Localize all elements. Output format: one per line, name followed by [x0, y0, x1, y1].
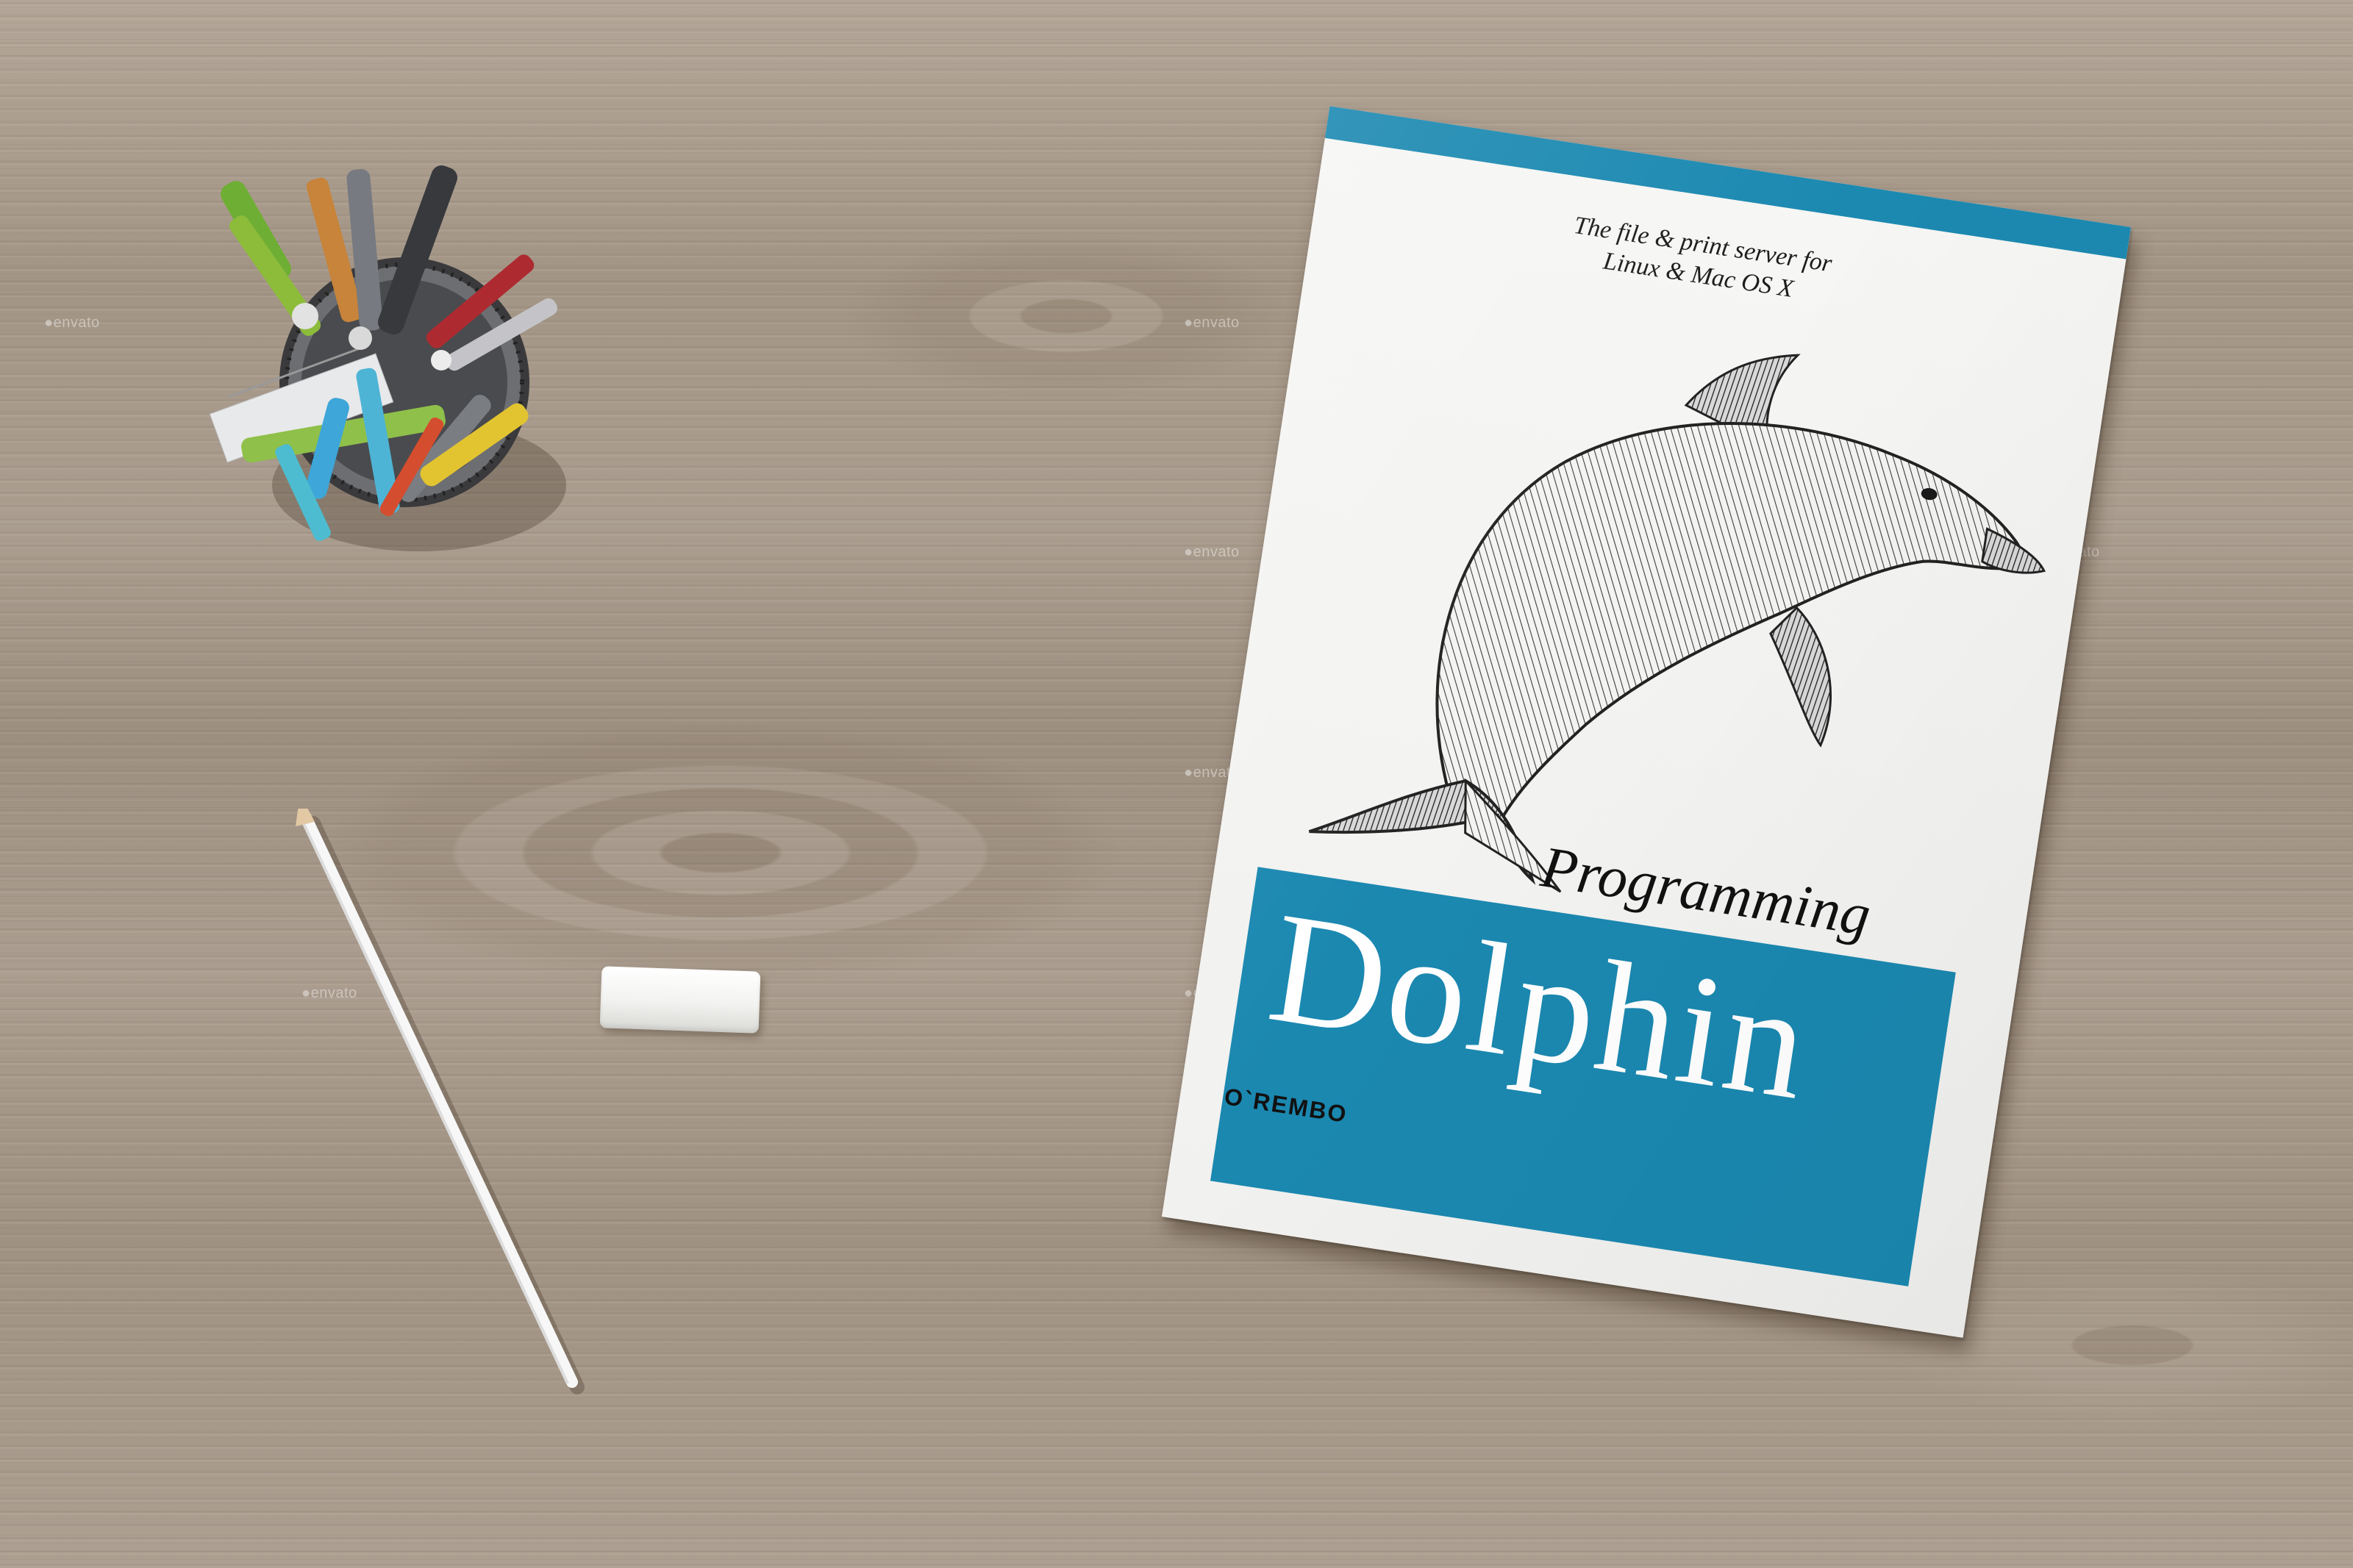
envato-leaf-icon: ● [1184, 985, 1193, 1001]
wood-knot [809, 221, 1324, 412]
wood-desk-background: ●envato ●envato ●envato ●envato ●envato … [0, 0, 2353, 1568]
pencil-illustration [296, 779, 585, 1395]
watermark: ●envato [44, 315, 100, 331]
envato-leaf-icon: ● [1184, 315, 1193, 331]
envato-leaf-icon: ● [44, 315, 54, 331]
envato-leaf-icon: ● [1184, 765, 1193, 781]
book-cover: The file & print server for Linux & Mac … [1161, 106, 2132, 1338]
pencil-icon [279, 779, 618, 1411]
watermark: ●envato [1184, 315, 1240, 331]
pen-cup-icon [184, 162, 640, 573]
watermark: ●envato [1184, 544, 1240, 560]
envato-leaf-icon: ● [1184, 544, 1193, 560]
pen-cup-illustration [209, 165, 566, 551]
eraser-icon [599, 966, 761, 1034]
